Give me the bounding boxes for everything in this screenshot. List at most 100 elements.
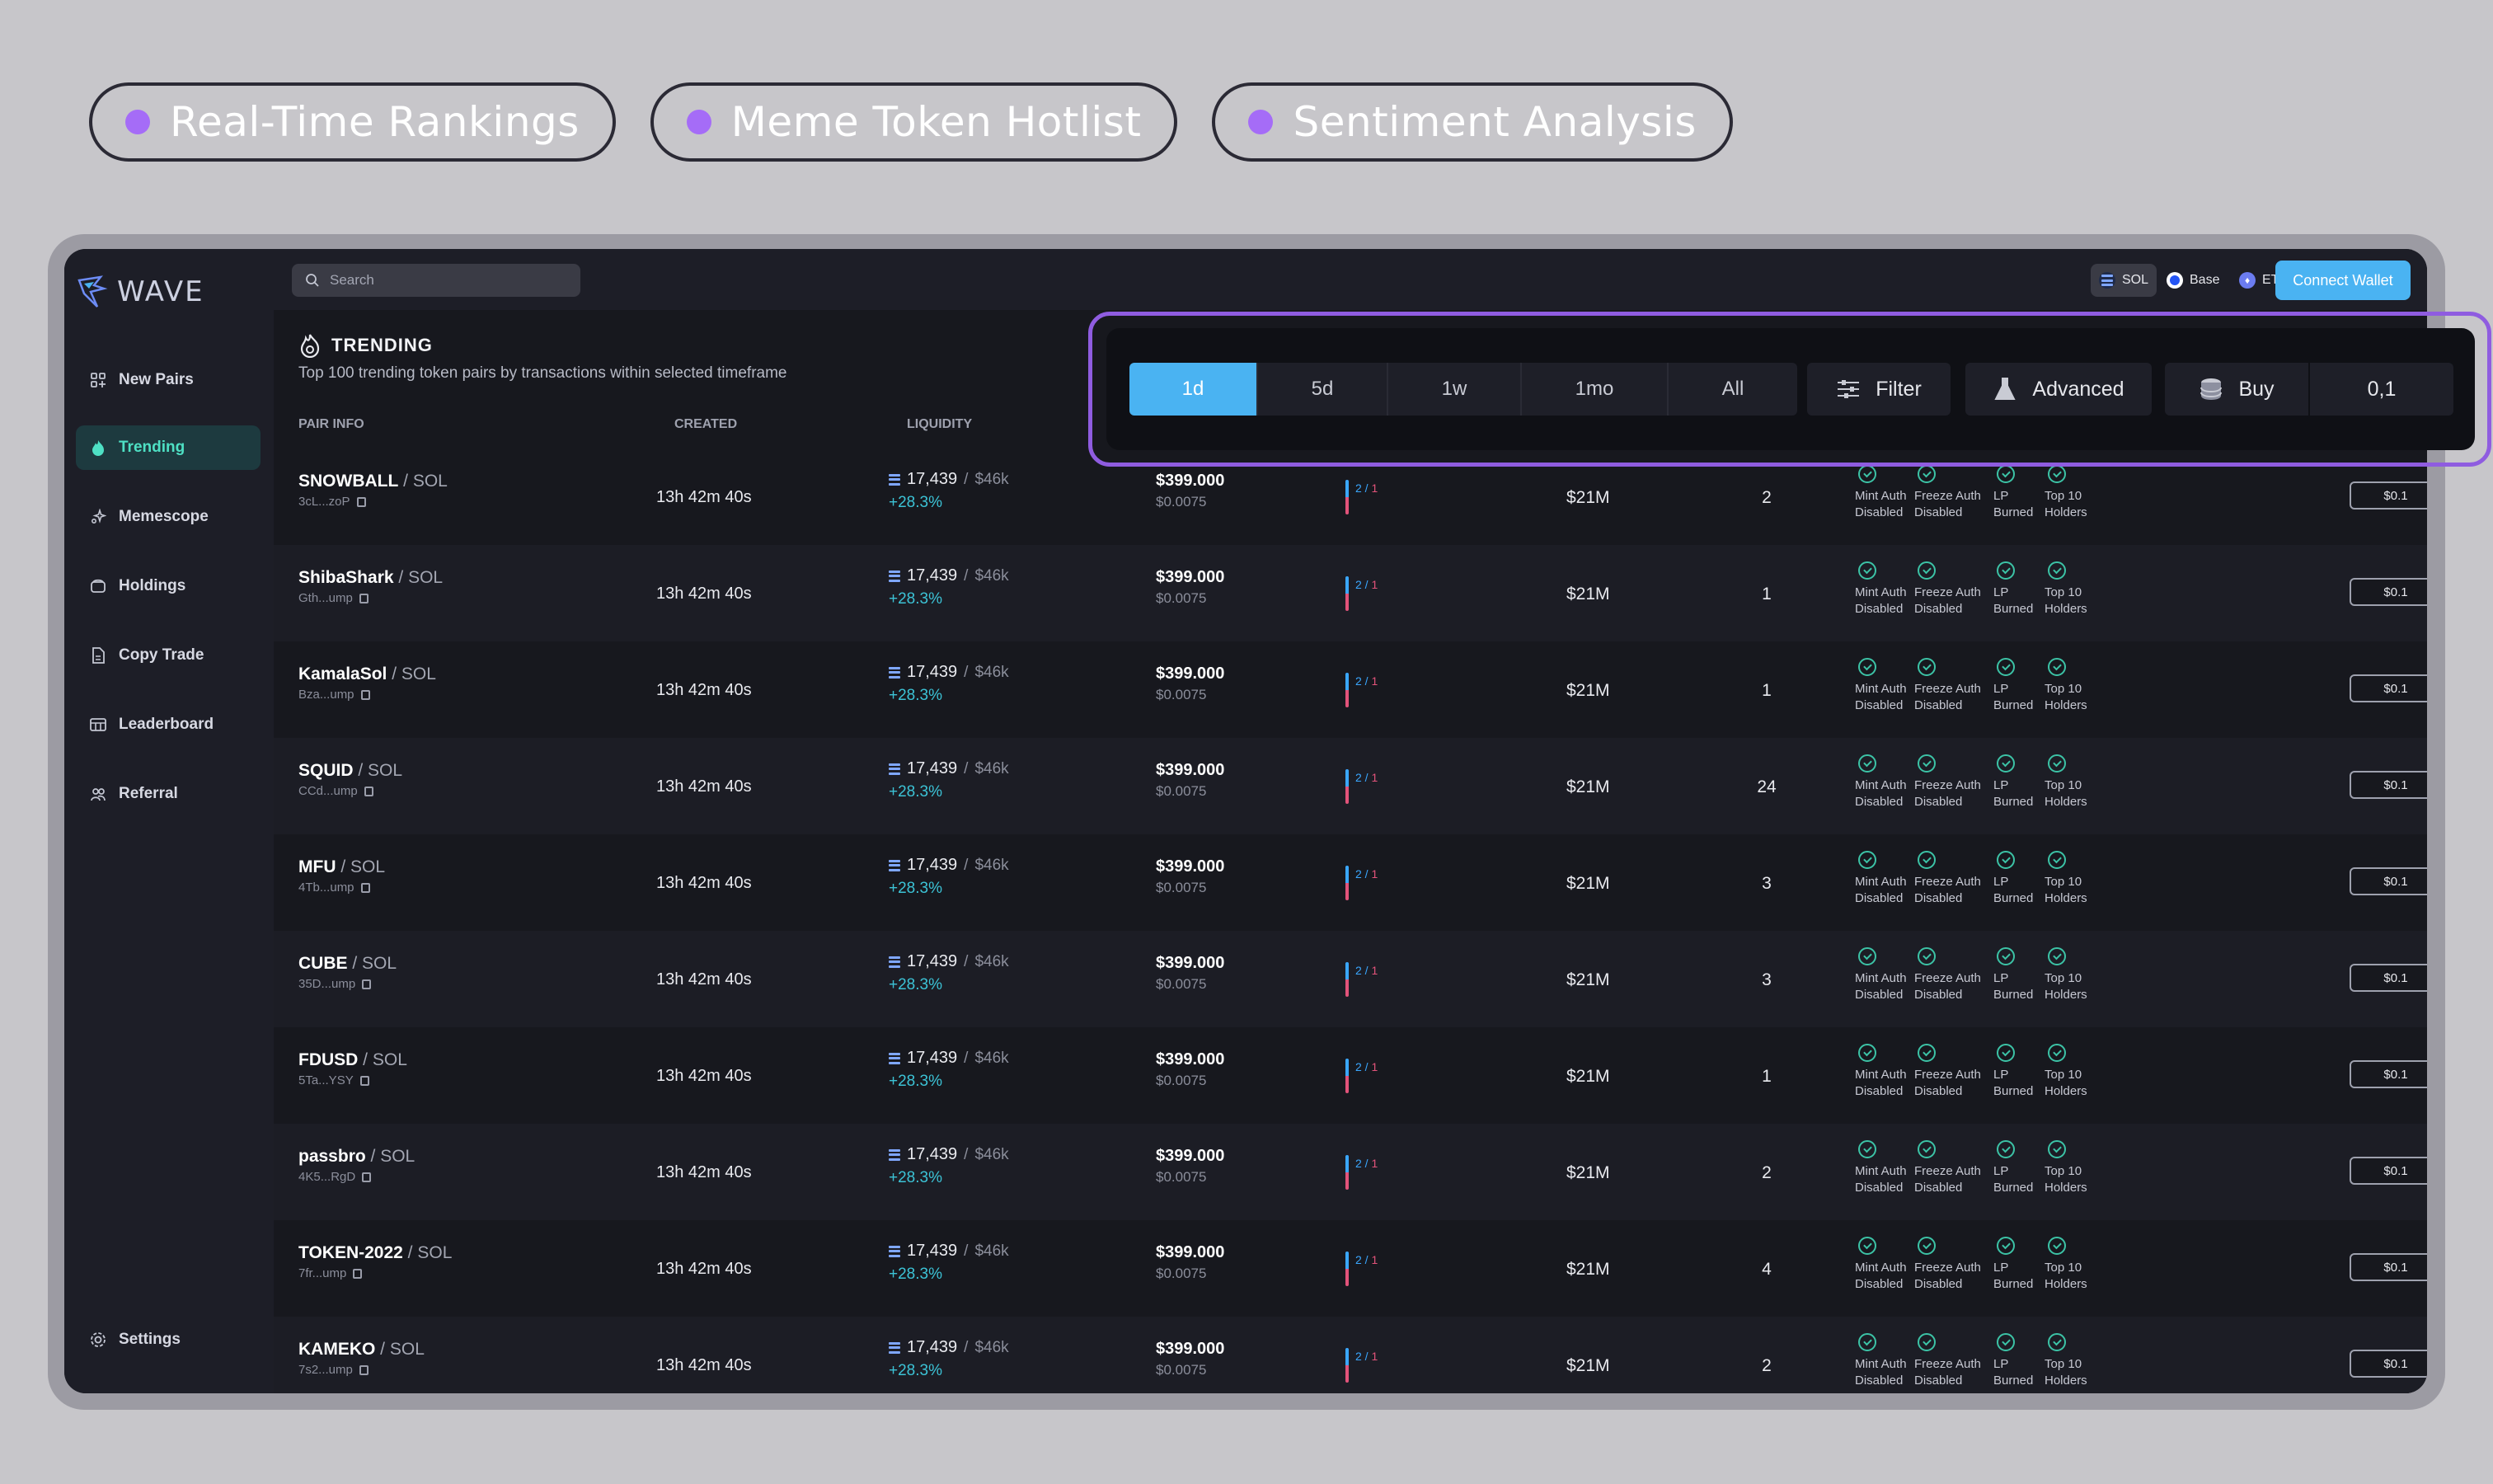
column-header-pair-info[interactable]: PAIR INFO — [298, 417, 364, 432]
flame-icon — [89, 439, 107, 457]
quote-symbol: SOL — [389, 1340, 425, 1359]
table-row[interactable]: FDUSD / SOL 5Ta...YSY 13h 42m 40s 17,439… — [274, 1027, 2427, 1124]
price-sub: $0.0075 — [1156, 783, 1207, 799]
quick-buy-row-button[interactable]: $0.1 — [2350, 1350, 2427, 1378]
created-age: 13h 42m 40s — [656, 488, 752, 506]
pair-info[interactable]: MFU / SOL 4Tb...ump — [298, 857, 385, 895]
check-circle-icon — [2048, 1333, 2066, 1351]
copy-icon[interactable] — [362, 979, 372, 989]
column-header-liquidity[interactable]: LIQUIDITY — [907, 417, 972, 432]
pair-separator: / — [393, 568, 409, 587]
pair-info[interactable]: ShibaShark / SOL Gth...ump — [298, 568, 443, 605]
pair-info[interactable]: KAMEKO / SOL 7s2...ump — [298, 1340, 425, 1377]
txns-sells: 1 — [1371, 867, 1378, 881]
pair-info[interactable]: TOKEN-2022 / SOL 7fr...ump — [298, 1243, 452, 1280]
solana-icon — [889, 1341, 900, 1354]
audit-status: Disabled — [1914, 1181, 1963, 1195]
txns-sells: 1 — [1371, 1350, 1378, 1363]
logo[interactable]: WAVE — [76, 274, 204, 310]
sidebar-item-holdings[interactable]: Holdings — [76, 564, 261, 608]
table-row[interactable]: ShibaShark / SOL Gth...ump 13h 42m 40s 1… — [274, 545, 2427, 641]
copy-icon[interactable] — [360, 882, 370, 893]
pair-info[interactable]: CUBE / SOL 35D...ump — [298, 954, 397, 991]
pair-info[interactable]: KamalaSol / SOL Bza...ump — [298, 665, 436, 702]
pair-info[interactable]: FDUSD / SOL 5Ta...YSY — [298, 1050, 407, 1087]
copy-icon[interactable] — [353, 1268, 363, 1279]
table-row[interactable]: TOKEN-2022 / SOL 7fr...ump 13h 42m 40s 1… — [274, 1220, 2427, 1317]
sidebar-item-leaderboard[interactable]: Leaderboard — [76, 702, 261, 747]
copy-icon[interactable] — [359, 1364, 369, 1375]
chain-selector-sol[interactable]: SOL — [2091, 264, 2157, 297]
liquidity-value: 17,439 — [907, 759, 958, 777]
search-box[interactable] — [292, 264, 580, 297]
copy-icon[interactable] — [360, 689, 370, 700]
quick-buy-row-button[interactable]: $0.1 — [2350, 1060, 2427, 1088]
price-cell: $399.000 $0.0075 — [1156, 761, 1224, 800]
copy-icon[interactable] — [359, 593, 369, 603]
quick-buy-row-button[interactable]: $0.1 — [2350, 867, 2427, 895]
sliders-icon — [1836, 377, 1861, 402]
chain-selector-base[interactable]: Base — [2158, 264, 2228, 297]
txns-cell: 2 / 1 — [1345, 480, 1378, 514]
audit-check: Mint Auth Disabled — [1855, 658, 1907, 714]
token-symbol: TOKEN-2022 — [298, 1243, 403, 1262]
liquidity-change: +28.3% — [889, 1073, 942, 1090]
token-address: 35D...ump — [298, 977, 356, 991]
connect-wallet-button[interactable]: Connect Wallet — [2275, 261, 2411, 300]
pair-info[interactable]: SQUID / SOL CCd...ump — [298, 761, 402, 798]
page-title-text: TRENDING — [331, 335, 433, 355]
liquidity-change: +28.3% — [889, 687, 942, 704]
audit-label: Freeze Auth — [1914, 1164, 1981, 1178]
copy-icon[interactable] — [356, 496, 366, 507]
pair-info[interactable]: SNOWBALL / SOL 3cL...zoP — [298, 472, 448, 509]
filter-button[interactable]: Filter — [1807, 363, 1951, 416]
quick-buy-row-button[interactable]: $0.1 — [2350, 1253, 2427, 1281]
page-subtitle: Top 100 trending token pairs by transact… — [298, 364, 787, 382]
audit-checks: Mint Auth Disabled Freeze Auth Disabled … — [1855, 1333, 2096, 1389]
quick-buy-row-button[interactable]: $0.1 — [2350, 481, 2427, 510]
table-row[interactable]: MFU / SOL 4Tb...ump 13h 42m 40s 17,439 / $… — [274, 834, 2427, 931]
search-input[interactable] — [330, 272, 561, 289]
audit-status: Disabled — [1855, 1084, 1904, 1098]
token-symbol: KamalaSol — [298, 665, 387, 683]
quote-symbol: SOL — [380, 1147, 416, 1166]
buy-amount-input[interactable]: 0,1 — [2310, 363, 2453, 416]
sidebar-item-trending[interactable]: Trending — [76, 425, 261, 470]
market-cap-value: $46k — [974, 470, 1009, 488]
table-row[interactable]: KAMEKO / SOL 7s2...ump 13h 42m 40s 17,43… — [274, 1317, 2427, 1393]
sidebar-item-copy-trade[interactable]: Copy Trade — [76, 633, 261, 678]
quick-buy-row-button[interactable]: $0.1 — [2350, 674, 2427, 702]
timeframe-1d[interactable]: 1d — [1129, 363, 1258, 416]
advanced-button[interactable]: Advanced — [1965, 363, 2152, 416]
sidebar-item-new-pairs[interactable]: New Pairs — [76, 358, 261, 402]
quick-buy-row-button[interactable]: $0.1 — [2350, 964, 2427, 992]
audit-status: Disabled — [1914, 602, 1963, 616]
txns-sells: 1 — [1371, 1253, 1378, 1266]
table-row[interactable]: passbro / SOL 4K5...RgD 13h 42m 40s 17,4… — [274, 1124, 2427, 1220]
quick-buy-row-button[interactable]: $0.1 — [2350, 771, 2427, 799]
copy-icon[interactable] — [362, 1172, 372, 1182]
volume-value: $21M — [1566, 1067, 1610, 1086]
timeframe-1w[interactable]: 1w — [1388, 363, 1522, 416]
table-row[interactable]: KamalaSol / SOL Bza...ump 13h 42m 40s 17… — [274, 641, 2427, 738]
timeframe-1mo[interactable]: 1mo — [1522, 363, 1669, 416]
audit-label: Top 10 — [2045, 585, 2082, 599]
sidebar-item-settings[interactable]: Settings — [76, 1317, 261, 1362]
copy-icon[interactable] — [364, 786, 373, 796]
quick-buy-row-button[interactable]: $0.1 — [2350, 578, 2427, 606]
quick-buy-button[interactable]: Buy — [2165, 363, 2308, 416]
table-row[interactable]: SQUID / SOL CCd...ump 13h 42m 40s 17,439… — [274, 738, 2427, 834]
table-row[interactable]: CUBE / SOL 35D...ump 13h 42m 40s 17,439 /… — [274, 931, 2427, 1027]
column-header-created[interactable]: CREATED — [674, 417, 737, 432]
audit-status: Disabled — [1855, 1277, 1904, 1291]
quick-buy-row-button[interactable]: $0.1 — [2350, 1157, 2427, 1185]
copy-icon[interactable] — [359, 1075, 369, 1086]
check-circle-icon — [2048, 1237, 2066, 1255]
volume-value: $21M — [1566, 874, 1610, 893]
pair-info[interactable]: passbro / SOL 4K5...RgD — [298, 1147, 415, 1184]
txns-sells: 1 — [1371, 771, 1378, 784]
timeframe-all[interactable]: All — [1669, 363, 1797, 416]
timeframe-5d[interactable]: 5d — [1258, 363, 1388, 416]
sidebar-item-memescope[interactable]: Memescope — [76, 495, 261, 539]
sidebar-item-referral[interactable]: Referral — [76, 772, 261, 816]
